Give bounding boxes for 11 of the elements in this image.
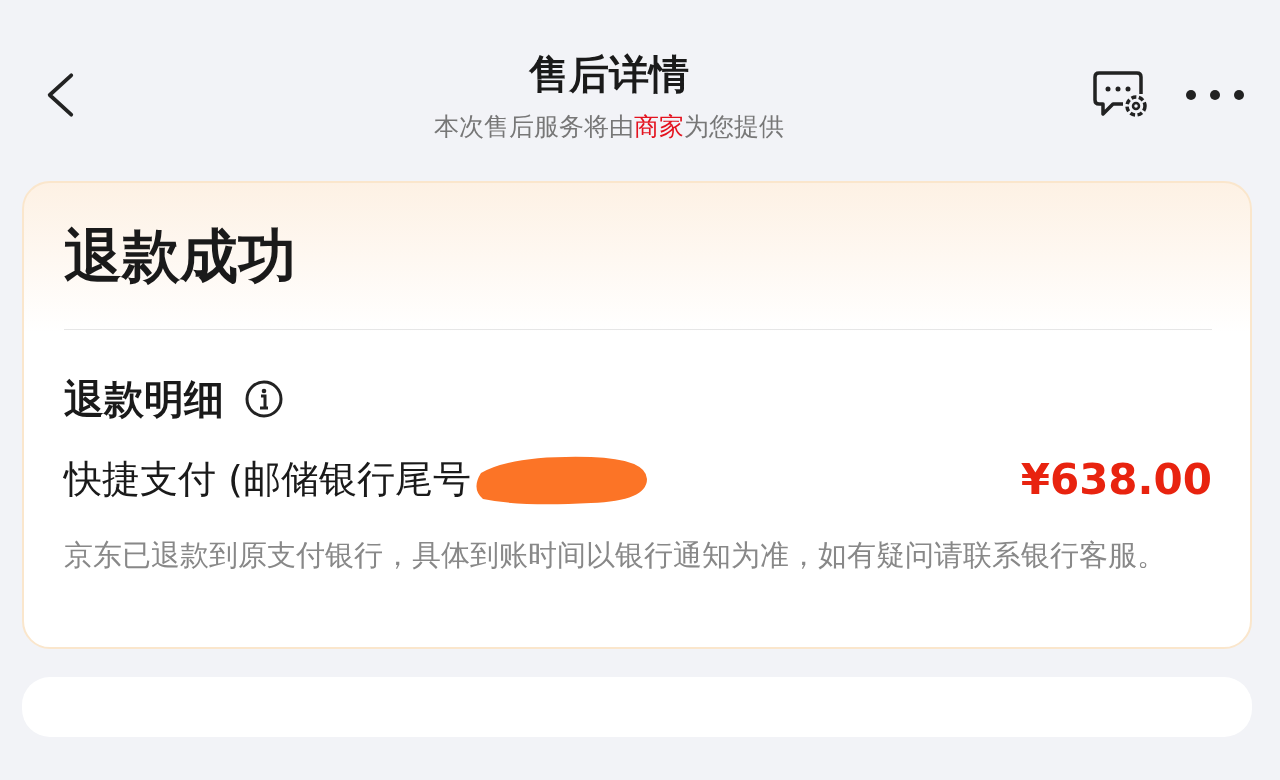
section-heading: 退款明细 [64, 374, 224, 424]
back-icon[interactable] [45, 71, 75, 119]
payment-method: 快捷支付 (邮储银行尾号 [64, 456, 471, 504]
status-title: 退款成功 [64, 225, 297, 289]
refund-note: 京东已退款到原支付银行，具体到账时间以银行通知为准，如有疑问请联系银行客服。 [64, 536, 1167, 574]
refund-amount: ¥638.00 [1020, 455, 1212, 505]
page-title: 售后详情 [529, 50, 689, 99]
more-icon[interactable] [1185, 89, 1245, 101]
chat-settings-icon[interactable] [1093, 70, 1149, 120]
info-icon[interactable] [244, 379, 284, 420]
page-subtitle: 本次售后服务将由商家为您提供 [434, 111, 784, 143]
